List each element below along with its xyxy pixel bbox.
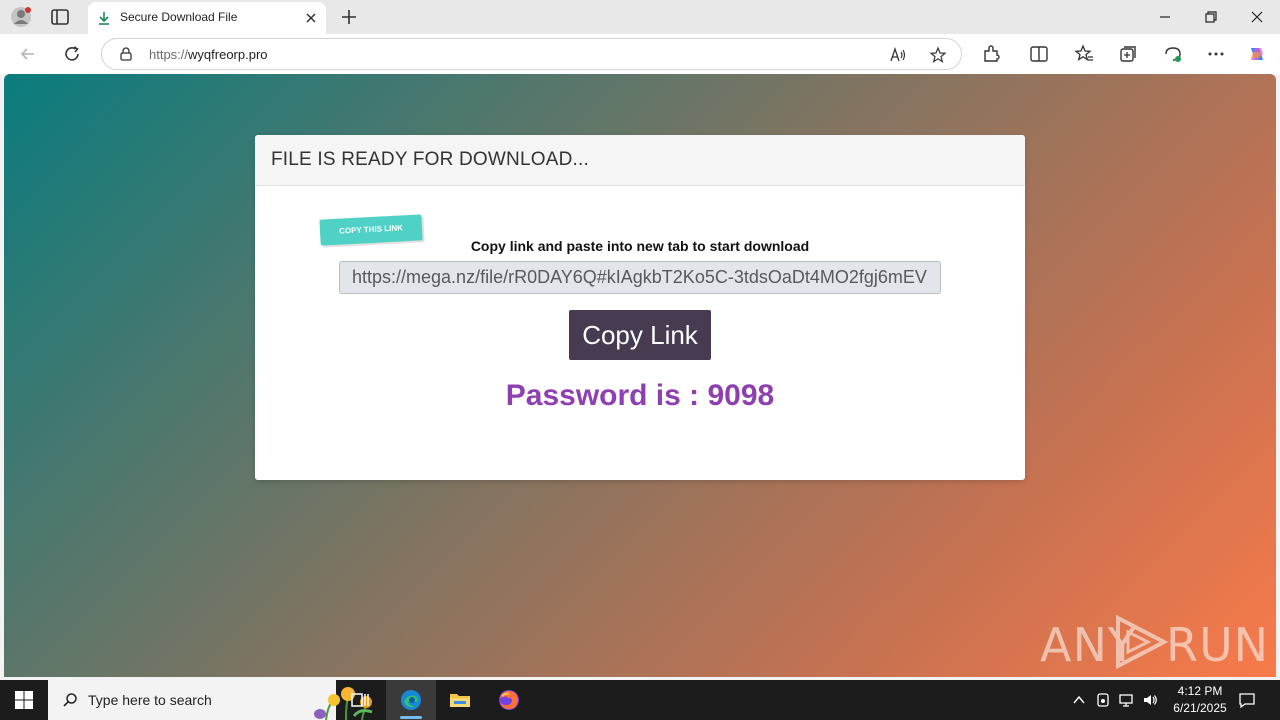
card-header: FILE IS READY FOR DOWNLOAD...	[255, 135, 1025, 186]
play-logo-icon	[1116, 614, 1169, 670]
minimize-icon[interactable]	[1158, 10, 1172, 24]
favorites-icon[interactable]	[1074, 44, 1094, 64]
watermark-text-right: RUN	[1166, 618, 1270, 672]
collections-icon[interactable]	[1118, 44, 1138, 64]
copy-link-button[interactable]: Copy Link	[569, 310, 711, 360]
edge-browser-icon[interactable]	[399, 688, 423, 712]
url-text[interactable]: https://wyqfreorp.pro	[149, 47, 268, 62]
page-title: FILE IS READY FOR DOWNLOAD...	[271, 149, 589, 170]
page-viewport: FILE IS READY FOR DOWNLOAD... COPY THIS …	[4, 74, 1276, 677]
lock-icon[interactable]	[118, 46, 134, 62]
task-view-icon[interactable]	[348, 688, 372, 712]
password-text: Password is : 9098	[505, 379, 775, 412]
browser-essentials-icon[interactable]	[1163, 44, 1183, 64]
browser-tab-strip: Secure Download File	[0, 0, 1280, 34]
close-tab-icon[interactable]	[304, 11, 318, 25]
address-bar[interactable]: https://wyqfreorp.pro	[101, 38, 962, 70]
notification-center-icon[interactable]	[1238, 691, 1256, 709]
copilot-icon[interactable]	[1247, 44, 1267, 64]
url-scheme: https://	[149, 47, 189, 62]
url-host: wyqfreorp.pro	[188, 47, 268, 62]
extensions-icon[interactable]	[981, 44, 1001, 64]
network-icon[interactable]	[1118, 692, 1134, 708]
profile-avatar-icon[interactable]	[10, 6, 32, 28]
taskbar-search-box[interactable]: Type here to search	[48, 680, 373, 720]
volume-icon[interactable]	[1142, 692, 1158, 708]
windows-start-icon[interactable]	[14, 690, 34, 710]
back-arrow-icon[interactable]	[18, 44, 38, 64]
download-card: FILE IS READY FOR DOWNLOAD... COPY THIS …	[255, 135, 1025, 480]
restore-icon[interactable]	[1204, 10, 1218, 24]
firefox-icon[interactable]	[497, 688, 521, 712]
close-window-icon[interactable]	[1250, 10, 1264, 24]
tab-title: Secure Download File	[120, 10, 238, 24]
clock-time[interactable]: 4:12 PM	[1170, 684, 1230, 698]
clock-date[interactable]: 6/21/2025	[1162, 701, 1238, 715]
anyrun-watermark: ANY RUN	[1040, 610, 1268, 672]
tab-secure-download[interactable]: Secure Download File	[88, 2, 326, 34]
favorite-star-icon[interactable]	[929, 46, 947, 64]
download-instruction: Copy link and paste into new tab to star…	[470, 238, 810, 254]
windows-taskbar: Type here to search 4:12 PM 6/21/2025	[0, 680, 1280, 720]
read-aloud-icon[interactable]	[889, 46, 907, 64]
shield-tray-icon[interactable]	[1095, 692, 1111, 708]
flowers-decoration-icon	[314, 687, 373, 720]
download-icon	[99, 12, 109, 25]
file-explorer-icon[interactable]	[448, 688, 472, 712]
tab-actions-icon[interactable]	[50, 8, 70, 26]
show-hidden-icons-icon[interactable]	[1071, 692, 1087, 708]
reload-icon[interactable]	[62, 44, 82, 64]
search-icon	[63, 693, 77, 707]
download-link-field[interactable]: https://mega.nz/file/rR0DAY6Q#kIAgkbT2Ko…	[339, 261, 941, 294]
search-placeholder: Type here to search	[88, 692, 212, 708]
more-options-icon[interactable]	[1206, 44, 1226, 64]
split-screen-icon[interactable]	[1029, 44, 1049, 64]
new-tab-icon[interactable]	[340, 8, 358, 26]
